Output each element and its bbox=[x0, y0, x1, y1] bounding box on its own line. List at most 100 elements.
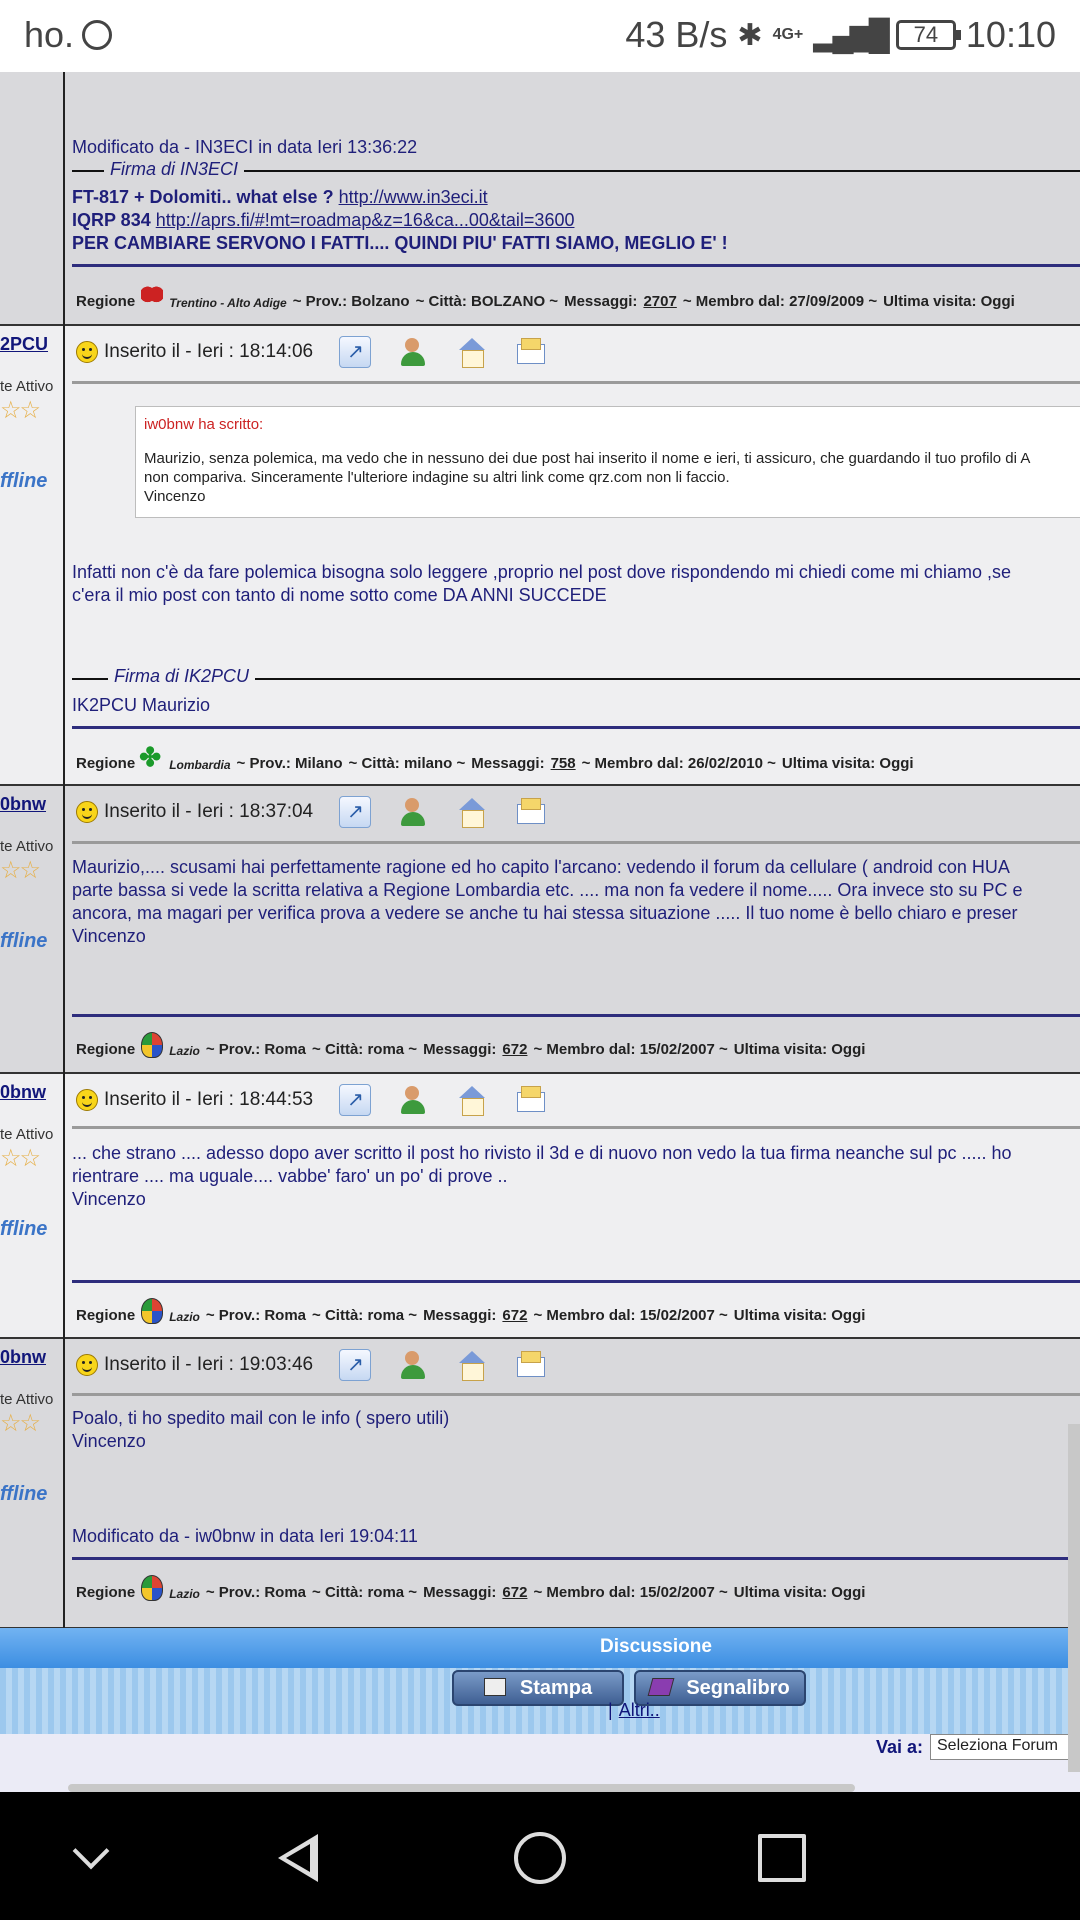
altri-link[interactable]: Altri.. bbox=[619, 1700, 660, 1720]
messaggi-count-link[interactable]: 672 bbox=[502, 1584, 527, 1601]
post-header: Inserito il - Ieri : 19:03:46 bbox=[76, 1349, 546, 1381]
provincia: ~ Prov.: Roma bbox=[205, 1584, 307, 1601]
vertical-scrollbar[interactable] bbox=[1068, 1424, 1080, 1772]
post-body-line-3: Vincenzo bbox=[72, 1189, 146, 1209]
messaggi-label: Messaggi: bbox=[564, 293, 638, 310]
provincia: ~ Prov.: Milano bbox=[236, 755, 343, 772]
forum-page: Modificato da - IN3ECI in data Ieri 13:3… bbox=[0, 72, 1080, 1792]
homepage-icon[interactable] bbox=[455, 1084, 487, 1116]
messaggi-label: Messaggi: bbox=[423, 1041, 497, 1058]
regione-label: Regione bbox=[76, 293, 136, 310]
region-flag-icon bbox=[141, 1298, 164, 1324]
ultima-visita: Ultima visita: Oggi bbox=[781, 755, 914, 772]
regione-label: Regione bbox=[76, 1584, 136, 1601]
author-column-divider bbox=[0, 72, 65, 1632]
signature-text: IK2PCU Maurizio bbox=[72, 695, 211, 715]
email-icon[interactable] bbox=[513, 1084, 546, 1116]
quote-line-3: Vincenzo bbox=[144, 488, 206, 505]
provincia: ~ Prov.: Roma bbox=[205, 1041, 307, 1058]
post-header-divider bbox=[72, 1393, 1080, 1396]
signature-text-2: IQRP 834 bbox=[72, 210, 156, 230]
signature-link-website[interactable]: http://www.in3eci.it bbox=[339, 187, 488, 207]
signature-link-aprs[interactable]: http://aprs.fi/#!mt=roadmap&z=16&ca...00… bbox=[156, 210, 575, 230]
stampa-button[interactable]: Stampa bbox=[452, 1670, 624, 1706]
post-body-line-1: ... che strano .... adesso dopo aver scr… bbox=[72, 1143, 1012, 1163]
profile-icon[interactable] bbox=[397, 1084, 429, 1116]
post-separator bbox=[72, 1014, 1080, 1017]
carrier-label: ho. bbox=[24, 14, 75, 55]
messaggi-count-link[interactable]: 2707 bbox=[643, 293, 676, 310]
regione-name: Lazio bbox=[169, 1310, 200, 1324]
citta: ~ Città: roma ~ bbox=[312, 1307, 418, 1324]
email-icon[interactable] bbox=[513, 336, 546, 368]
horizontal-scrollbar[interactable] bbox=[68, 1784, 855, 1792]
post-separator bbox=[72, 726, 1080, 729]
open-post-icon[interactable] bbox=[339, 1084, 372, 1116]
status-right: 43 B/s ✱ 4G+ ▂▄▆█ 74 10:10 bbox=[625, 14, 1056, 56]
signature-line-1: FT-817 + Dolomiti.. what else ? http://w… bbox=[72, 186, 488, 209]
email-icon[interactable] bbox=[513, 796, 546, 828]
post-body-line-1: Maurizio,.... scusami hai perfettamente … bbox=[72, 857, 1010, 877]
post-ik2pcu: 2PCU te Attivo ☆☆ ffline Inserito il - I… bbox=[0, 326, 1080, 786]
home-icon[interactable] bbox=[480, 1792, 600, 1920]
regione-name: Lombardia bbox=[169, 758, 231, 772]
signature-label: Firma di IN3ECI bbox=[104, 159, 245, 180]
back-icon[interactable] bbox=[240, 1792, 360, 1920]
ultima-visita: Ultima visita: Oggi bbox=[733, 1307, 866, 1324]
status-left: ho. bbox=[24, 14, 113, 56]
signature-label: Firma di IK2PCU bbox=[108, 666, 256, 687]
profile-icon[interactable] bbox=[397, 1349, 429, 1381]
quote-line-2: non compariva. Sinceramente l'ulteriore … bbox=[144, 469, 730, 486]
post-separator bbox=[72, 264, 1080, 267]
signature-text-1: FT-817 + Dolomiti.. what else ? bbox=[72, 187, 339, 207]
membro-dal: ~ Membro dal: 15/02/2007 ~ bbox=[533, 1584, 728, 1601]
open-post-icon[interactable] bbox=[339, 796, 372, 828]
vai-a-label: Vai a: bbox=[876, 1737, 924, 1757]
messaggi-count-link[interactable]: 758 bbox=[551, 755, 576, 772]
email-icon[interactable] bbox=[513, 1349, 546, 1381]
recent-apps-icon[interactable] bbox=[720, 1792, 840, 1920]
forum-select[interactable]: Seleziona Forum bbox=[930, 1734, 1080, 1760]
altri-separator: | bbox=[608, 1700, 613, 1720]
post-footer: Regione Lazio ~ Prov.: Roma ~ Città: rom… bbox=[76, 1298, 865, 1324]
network-type: 4G+ bbox=[772, 26, 804, 43]
signature-line-3: PER CAMBIARE SERVONO I FATTI.... QUINDI … bbox=[72, 233, 728, 253]
quote-line-1: Maurizio, senza polemica, ma vedo che in… bbox=[144, 450, 1031, 467]
post-date: Inserito il - Ieri : 18:37:04 bbox=[104, 801, 314, 822]
messaggi-count-link[interactable]: 672 bbox=[502, 1307, 527, 1324]
post-header-divider bbox=[72, 1126, 1080, 1129]
status-bar: ho. 43 B/s ✱ 4G+ ▂▄▆█ 74 10:10 bbox=[0, 0, 1080, 72]
profile-icon[interactable] bbox=[397, 336, 429, 368]
post-body-line-3: ancora, ma magari per verifica prova a v… bbox=[72, 903, 1018, 923]
citta: ~ Città: milano ~ bbox=[348, 755, 466, 772]
post-body-line-4: Vincenzo bbox=[72, 926, 146, 946]
post-body-line-1: Poalo, ti ho spedito mail con le info ( … bbox=[72, 1408, 450, 1428]
profile-icon[interactable] bbox=[397, 796, 429, 828]
discussione-label: Discussione bbox=[600, 1636, 712, 1657]
provincia: ~ Prov.: Bolzano bbox=[292, 293, 410, 310]
post-date: Inserito il - Ieri : 18:44:53 bbox=[104, 1089, 314, 1110]
open-post-icon[interactable] bbox=[339, 1349, 372, 1381]
smiley-icon bbox=[76, 1354, 98, 1376]
open-post-icon[interactable] bbox=[339, 336, 372, 368]
homepage-icon[interactable] bbox=[455, 1349, 487, 1381]
post-in3eci: Modificato da - IN3ECI in data Ieri 13:3… bbox=[0, 72, 1080, 326]
messaggi-count-link[interactable]: 672 bbox=[502, 1041, 527, 1058]
segnalibro-button[interactable]: Segnalibro bbox=[634, 1670, 806, 1706]
discussione-bar: Discussione bbox=[0, 1628, 1080, 1668]
homepage-icon[interactable] bbox=[455, 796, 487, 828]
citta: ~ Città: roma ~ bbox=[312, 1041, 418, 1058]
membro-dal: ~ Membro dal: 15/02/2007 ~ bbox=[533, 1041, 728, 1058]
altri-row: | Altri.. bbox=[608, 1700, 660, 1721]
post-iw0bnw-1: 0bnw te Attivo ☆☆ ffline Inserito il - I… bbox=[0, 786, 1080, 1074]
hide-nav-icon[interactable] bbox=[30, 1792, 150, 1920]
smiley-icon bbox=[76, 801, 98, 823]
smiley-icon bbox=[76, 1089, 98, 1111]
region-flag-icon bbox=[141, 1032, 164, 1058]
post-modified-note: Modificato da - iw0bnw in data Ieri 19:0… bbox=[72, 1526, 418, 1546]
region-flag-icon bbox=[139, 742, 163, 773]
navigation-bar bbox=[0, 1792, 1080, 1920]
homepage-icon[interactable] bbox=[455, 336, 487, 368]
smiley-icon bbox=[76, 341, 98, 363]
post-footer: Regione Lazio ~ Prov.: Roma ~ Città: rom… bbox=[76, 1032, 865, 1058]
